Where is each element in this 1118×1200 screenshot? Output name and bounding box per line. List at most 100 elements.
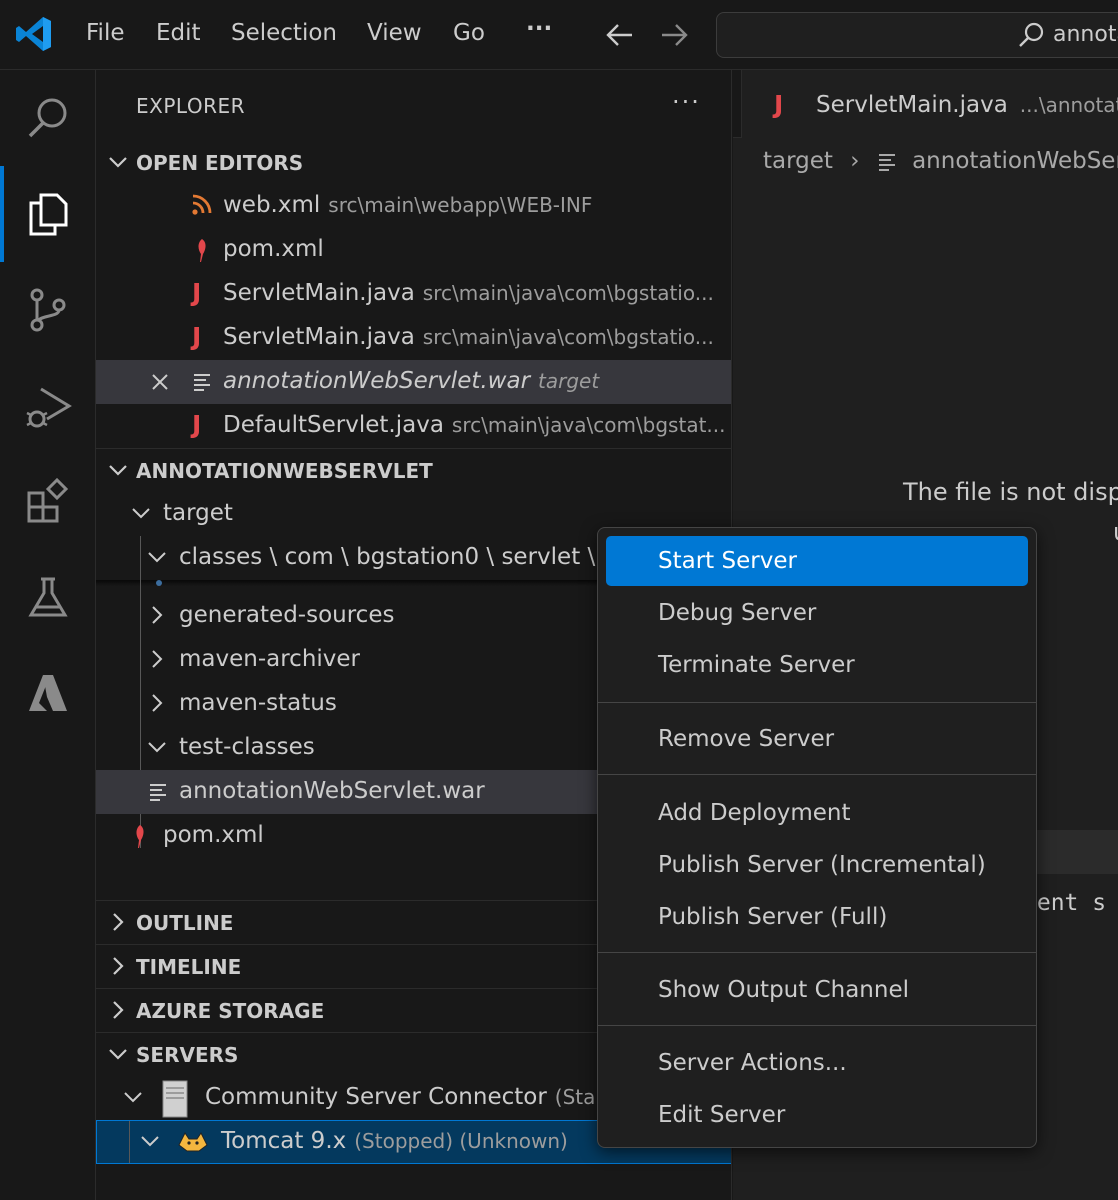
menu-item-label: Show Output Channel [658, 977, 910, 1003]
run-debug-icon [26, 387, 72, 428]
folder-path: classes \ com \ bgstation0 \ servlet \ s… [179, 544, 629, 570]
menu-item-label: Remove Server [658, 726, 835, 752]
menu-publish-full[interactable]: Publish Server (Full) [606, 892, 1028, 942]
section-annotationwebservlet[interactable]: ANNOTATIONWEBSERVLET [96, 448, 731, 492]
chevron-down-icon [109, 1049, 127, 1060]
section-label: SERVERS [136, 1043, 239, 1067]
open-editor-servletmain-java-2[interactable]: J ServletMain.java src\main\java\com\bgst… [96, 316, 731, 360]
source-control-icon [30, 288, 66, 332]
open-editor-pom-xml[interactable]: pom.xml [96, 228, 731, 272]
file-name: pom.xml [163, 822, 264, 848]
menu-separator [598, 1025, 1036, 1026]
java-icon: J [192, 278, 202, 307]
activity-source-control[interactable] [0, 262, 96, 358]
section-open-editors[interactable]: OPEN EDITORS [96, 140, 731, 184]
text-file-icon [150, 784, 166, 801]
menu-view[interactable]: View [367, 20, 422, 46]
text-file-icon [194, 374, 210, 391]
search-icon [1019, 22, 1044, 47]
menu-separator [598, 952, 1036, 953]
section-label: ANNOTATIONWEBSERVLET [136, 459, 433, 483]
menu-edit[interactable]: Edit [156, 20, 201, 46]
open-editor-war[interactable]: annotationWebServlet.war target [96, 360, 731, 404]
menu-remove-server[interactable]: Remove Server [606, 714, 1028, 764]
tab-label: ServletMain.java [816, 92, 1008, 118]
command-center-search[interactable]: annota [716, 12, 1118, 58]
menu-item-label: Server Actions... [658, 1050, 847, 1076]
menu-show-output-channel[interactable]: Show Output Channel [606, 965, 1028, 1015]
breadcrumb-target[interactable]: target [763, 148, 833, 174]
menu-item-label: Terminate Server [658, 652, 855, 678]
folder-name: test-classes [179, 734, 315, 760]
activity-testing[interactable] [0, 550, 96, 646]
server-context-menu: Start Server Debug Server Terminate Serv… [597, 527, 1037, 1148]
menu-server-actions[interactable]: Server Actions... [606, 1038, 1028, 1088]
title-bar: File Edit Selection View Go ··· annota [0, 0, 1118, 70]
menu-item-label: Debug Server [658, 600, 817, 626]
maven-feather-icon [198, 239, 206, 262]
menu-separator [598, 774, 1036, 775]
forward-arrow-icon[interactable] [660, 22, 688, 48]
text-file-icon [878, 153, 895, 171]
open-editor-servletmain-java[interactable]: J ServletMain.java src\main\java\com\bgst… [96, 272, 731, 316]
chevron-right-icon [113, 1001, 124, 1019]
file-name: annotationWebServlet.war [179, 778, 485, 804]
file-name: ServletMain.java [223, 324, 415, 350]
file-path: src\main\java\com\bgstat... [451, 413, 726, 437]
back-arrow-icon[interactable] [606, 22, 634, 48]
java-icon: J [774, 90, 784, 119]
file-path: src\main\java\com\bgstatio... [422, 325, 714, 349]
rss-icon [192, 194, 212, 215]
chevron-right-icon [113, 957, 124, 975]
chevron-down-icon [109, 465, 127, 476]
chevron-down-icon [141, 1136, 159, 1147]
section-label: AZURE STORAGE [136, 999, 325, 1023]
activity-azure[interactable] [0, 646, 96, 742]
indent-guide [129, 1121, 130, 1163]
file-name: ServletMain.java [223, 280, 415, 306]
folder-name: maven-archiver [179, 646, 361, 672]
activity-bar [0, 70, 96, 1200]
chevron-right-icon [152, 650, 163, 668]
file-name: DefaultServlet.java [223, 412, 444, 438]
activity-extensions[interactable] [0, 454, 96, 550]
breadcrumb-war[interactable]: annotationWebSer [912, 148, 1118, 174]
menu-go[interactable]: Go [453, 20, 485, 46]
menu-file[interactable]: File [86, 20, 125, 46]
extensions-icon [27, 477, 69, 523]
section-label: OUTLINE [136, 911, 234, 935]
chevron-down-icon [148, 742, 166, 753]
activity-search[interactable] [0, 70, 96, 166]
class-file-icon [156, 580, 162, 586]
flask-icon [28, 577, 68, 617]
explorer-more-icon[interactable]: ··· [672, 88, 701, 116]
menu-start-server[interactable]: Start Server [606, 536, 1028, 586]
open-editor-web-xml[interactable]: web.xml src\main\webapp\WEB-INF [96, 184, 731, 228]
menu-debug-server[interactable]: Debug Server [606, 588, 1028, 638]
file-name: pom.xml [223, 236, 324, 262]
server-name: Tomcat 9.x [221, 1128, 347, 1154]
menu-publish-incremental[interactable]: Publish Server (Incremental) [606, 840, 1028, 890]
menu-item-label: Publish Server (Full) [658, 904, 888, 930]
activity-run-debug[interactable] [0, 358, 96, 454]
file-name: annotationWebServlet.war [223, 368, 531, 394]
menu-edit-server[interactable]: Edit Server [606, 1090, 1028, 1140]
section-label: TIMELINE [136, 955, 242, 979]
folder-name: target [163, 500, 233, 526]
binary-file-message-2: u [1113, 518, 1118, 546]
menu-selection[interactable]: Selection [231, 20, 337, 46]
menu-more[interactable]: ··· [526, 16, 552, 42]
server-tower-icon [162, 1080, 188, 1118]
menu-terminate-server[interactable]: Terminate Server [606, 640, 1028, 690]
open-editor-defaultservlet-java[interactable]: J DefaultServlet.java src\main\java\com\b… [96, 404, 731, 448]
search-text: annota [1053, 22, 1118, 47]
tomcat-icon [178, 1132, 208, 1152]
activity-explorer[interactable] [0, 166, 96, 262]
folder-name: generated-sources [179, 602, 395, 628]
menu-add-deployment[interactable]: Add Deployment [606, 788, 1028, 838]
file-name: web.xml [223, 192, 321, 218]
chevron-down-icon [109, 157, 127, 168]
tab-servletmain-java[interactable]: J ServletMain.java ...\annotatio [741, 70, 1118, 138]
close-icon[interactable] [150, 372, 170, 392]
menu-item-label: Start Server [658, 548, 797, 574]
